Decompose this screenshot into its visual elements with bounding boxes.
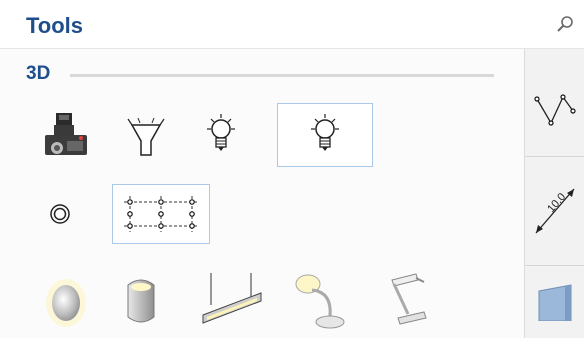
search-button[interactable] xyxy=(554,14,576,36)
light-bulb-tool[interactable] xyxy=(191,105,251,165)
desk-lamp-tool[interactable] xyxy=(292,271,352,331)
pendant-lamp-icon xyxy=(202,273,262,324)
section-label-3d: 3D xyxy=(26,63,51,84)
light-grid-tool[interactable] xyxy=(112,184,210,244)
light-grid-icon xyxy=(124,196,198,232)
spotlight-tool[interactable] xyxy=(116,105,176,165)
ceiling-lamp-icon xyxy=(46,279,86,327)
dimension-label: 10.0 xyxy=(545,191,568,215)
tools-header: Tools xyxy=(0,0,584,49)
right-toolbar: 10.0 xyxy=(524,49,584,338)
polyline-tool[interactable] xyxy=(525,71,584,155)
desk-lamp-angled-tool[interactable] xyxy=(372,271,432,331)
section-divider xyxy=(70,74,494,77)
point-light-tool[interactable] xyxy=(277,103,373,167)
pendant-lamp-tool[interactable] xyxy=(201,271,263,331)
ring-light-tool[interactable] xyxy=(30,184,90,244)
dimension-icon: 10.0 xyxy=(535,188,575,234)
polyline-icon xyxy=(534,94,576,126)
light-bulb-icon xyxy=(207,114,235,151)
search-icon xyxy=(557,16,573,32)
wall-lamp-icon xyxy=(127,279,155,323)
wall-icon xyxy=(538,284,572,321)
desk-lamp-icon xyxy=(295,274,345,329)
panel-title: Tools xyxy=(26,13,84,38)
ceiling-lamp-tool[interactable] xyxy=(36,273,96,333)
camera-icon xyxy=(45,113,87,155)
toolbar-divider xyxy=(525,265,584,266)
camera-tool[interactable] xyxy=(38,105,98,165)
desk-lamp-angled-icon xyxy=(391,273,427,325)
dimension-tool[interactable]: 10.0 xyxy=(525,157,584,265)
tools-panel: 3D xyxy=(0,49,524,338)
wall-lamp-tool[interactable] xyxy=(111,271,171,331)
spotlight-icon xyxy=(127,117,165,156)
point-light-icon xyxy=(311,114,339,151)
wall-tool[interactable] xyxy=(525,275,584,338)
ring-icon xyxy=(50,204,70,224)
